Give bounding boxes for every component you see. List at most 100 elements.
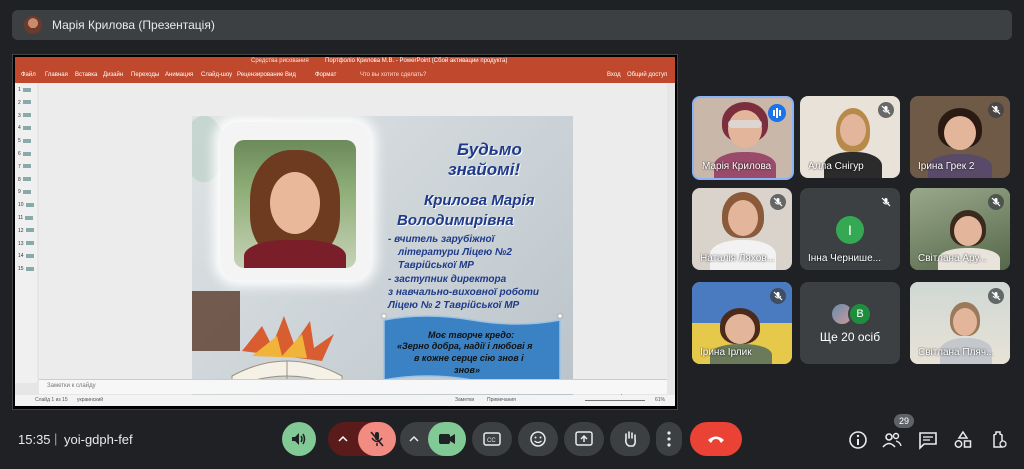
more-participants-tile[interactable]: B Ще 20 осіб bbox=[800, 282, 900, 364]
slide-bullet: літератури Ліцею №2 bbox=[398, 247, 512, 258]
slide-thumbnail[interactable]: 12 bbox=[18, 228, 34, 234]
participant-tile[interactable]: Алла Снігур bbox=[800, 96, 900, 178]
captions-button[interactable]: CC bbox=[472, 422, 512, 456]
slide-thumbnail[interactable]: 6 bbox=[18, 151, 31, 157]
slide-thumbnail[interactable]: 13 bbox=[18, 241, 34, 247]
host-controls-icon[interactable] bbox=[988, 430, 1008, 450]
slide-thumbnail-number: 8 bbox=[18, 176, 21, 183]
slide-thumbnail-number: 4 bbox=[18, 125, 21, 132]
zoom-level[interactable]: 61% bbox=[655, 397, 665, 403]
slide-thumbnail[interactable]: 5 bbox=[18, 138, 31, 144]
slide-thumbnail[interactable]: 4 bbox=[18, 125, 31, 131]
slide-thumbnail-image bbox=[22, 164, 31, 169]
portrait-photo bbox=[234, 140, 356, 268]
notes-placeholder: Заметки к слайду bbox=[47, 383, 96, 389]
mic-toggle-button[interactable] bbox=[358, 422, 396, 456]
presenter-avatar bbox=[24, 16, 42, 34]
participant-avatar: І bbox=[836, 216, 864, 244]
slide-thumbnail[interactable]: 7 bbox=[18, 164, 31, 170]
slide-thumbnail[interactable]: 10 bbox=[18, 202, 34, 208]
zoom-slider[interactable] bbox=[585, 400, 645, 401]
slide-thumbnail-number: 2 bbox=[18, 99, 21, 106]
slide-thumbnail[interactable]: 1 bbox=[18, 87, 31, 93]
camera-control bbox=[400, 422, 466, 456]
ppt-signin[interactable]: Вход bbox=[607, 72, 621, 78]
chat-icon[interactable] bbox=[918, 430, 938, 450]
ppt-menu-format[interactable]: Формат bbox=[315, 72, 336, 78]
ppt-tell-me-search[interactable]: Что вы хотите сделать? bbox=[360, 72, 426, 78]
ppt-menu-review[interactable]: Рецензирование bbox=[237, 72, 283, 78]
ppt-menu-animation[interactable]: Анимация bbox=[165, 72, 193, 78]
person-face bbox=[953, 308, 977, 336]
ppt-menu-transitions[interactable]: Переходы bbox=[131, 72, 159, 78]
slide-thumbnail-number: 11 bbox=[18, 215, 24, 221]
participant-name: Світлана Ару... bbox=[918, 253, 987, 264]
slide-thumbnail-number: 3 bbox=[18, 112, 21, 119]
slide-thumbnail[interactable]: 14 bbox=[18, 253, 34, 259]
raise-hand-button[interactable] bbox=[610, 422, 650, 456]
participant-name: Інна Чернише... bbox=[808, 253, 881, 264]
participant-tile[interactable]: І Інна Чернише... bbox=[800, 188, 900, 270]
chevron-up-icon bbox=[338, 435, 348, 442]
slide-thumbnail-image bbox=[22, 113, 31, 118]
reactions-button[interactable] bbox=[518, 422, 558, 456]
presenter-bar: Марія Крилова (Презентація) bbox=[12, 10, 1012, 40]
slide-thumbnail[interactable]: 2 bbox=[18, 100, 31, 106]
status-comments-button[interactable]: Примечания bbox=[487, 397, 516, 403]
ppt-menu-home[interactable]: Главная bbox=[45, 72, 68, 78]
audio-output-button[interactable] bbox=[282, 422, 316, 456]
slide-thumbnail-image bbox=[25, 254, 34, 259]
status-notes-button[interactable]: Заметки bbox=[455, 397, 474, 403]
slide-thumbnails: 1 2 3 4 5 6 7 8 9 10 11 12 13 14 15 bbox=[15, 83, 37, 383]
leave-call-button[interactable] bbox=[690, 422, 742, 456]
slide-canvas: Будьмо знайомі! Крилова Марія Володимирі… bbox=[39, 83, 667, 402]
ppt-menu-slideshow[interactable]: Слайд-шоу bbox=[201, 72, 232, 78]
ppt-menu-insert[interactable]: Вставка bbox=[75, 72, 97, 78]
participant-tile[interactable]: Марія Крилова bbox=[692, 96, 794, 180]
ppt-menu-file[interactable]: Файл bbox=[21, 72, 36, 78]
slide-thumbnail[interactable]: 8 bbox=[18, 177, 31, 183]
ppt-ribbon: Файл Главная Вставка Дизайн Переходы Ани… bbox=[15, 69, 675, 83]
slide-thumbnail-number: 5 bbox=[18, 138, 21, 145]
person-face bbox=[728, 110, 762, 148]
participant-tile[interactable]: Ірина Грек 2 bbox=[910, 96, 1010, 178]
portrait-face bbox=[270, 172, 320, 234]
credo-line: знов» bbox=[454, 365, 480, 375]
slide-thumbnail[interactable]: 3 bbox=[18, 113, 31, 119]
chevron-up-icon[interactable] bbox=[409, 435, 419, 443]
slide-thumbnail[interactable]: 11 bbox=[18, 215, 34, 221]
ppt-statusbar: Слайд 1 из 15 украинский Заметки Примеча… bbox=[15, 395, 675, 406]
status-slide-count: Слайд 1 из 15 bbox=[35, 397, 68, 403]
mic-off-icon bbox=[370, 431, 384, 447]
slide: Будьмо знайомі! Крилова Марія Володимирі… bbox=[192, 116, 573, 402]
slide-thumbnail-image bbox=[25, 202, 34, 207]
participant-tile[interactable]: Світлана Ару... bbox=[910, 188, 1010, 270]
credo-line: Моє творче кредо: bbox=[428, 330, 515, 340]
meeting-info-icon[interactable] bbox=[848, 430, 868, 450]
slide-heading-line1: Будьмо bbox=[457, 140, 522, 159]
ppt-menu-view[interactable]: Вид bbox=[285, 72, 296, 78]
mic-options-button[interactable] bbox=[328, 422, 358, 456]
participant-avatar: B bbox=[848, 302, 872, 326]
slide-thumbnail[interactable]: 9 bbox=[18, 189, 31, 195]
activities-icon[interactable] bbox=[953, 430, 973, 450]
people-icon[interactable] bbox=[882, 430, 902, 450]
svg-text:CC: CC bbox=[487, 438, 496, 444]
meeting-separator: | bbox=[54, 431, 58, 446]
participant-tile[interactable]: Світлана Пляч... bbox=[910, 282, 1010, 364]
slide-thumbnail[interactable]: 15 bbox=[18, 266, 34, 272]
notes-pane[interactable]: Заметки к слайду bbox=[39, 379, 667, 394]
portrait-frame bbox=[220, 122, 370, 280]
ppt-menu-design[interactable]: Дизайн bbox=[103, 72, 123, 78]
more-options-button[interactable] bbox=[656, 422, 682, 456]
participant-tile[interactable]: Ірина Ірлик bbox=[692, 282, 792, 364]
person-face bbox=[944, 116, 976, 150]
participant-tile[interactable]: Наталія Ляхов... bbox=[692, 188, 792, 270]
emoji-icon bbox=[530, 431, 546, 447]
person-face bbox=[728, 200, 758, 236]
camera-toggle-button[interactable] bbox=[428, 422, 466, 456]
ppt-share-button[interactable]: Общий доступ bbox=[627, 72, 667, 78]
slide-bullet: - заступник директора bbox=[388, 274, 507, 285]
present-screen-button[interactable] bbox=[564, 422, 604, 456]
slide-name-line2: Володимирівна bbox=[397, 212, 514, 229]
